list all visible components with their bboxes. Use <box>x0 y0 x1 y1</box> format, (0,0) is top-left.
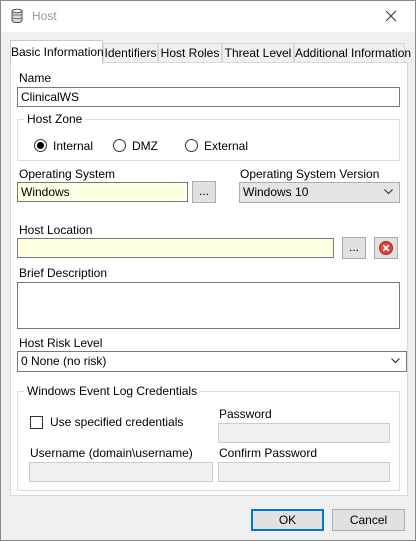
cancel-button[interactable]: Cancel <box>332 509 405 531</box>
operating-system-browse-button[interactable]: ... <box>192 181 216 203</box>
name-field[interactable]: ClinicalWS <box>17 87 400 107</box>
os-version-label: Operating System Version <box>240 167 380 181</box>
close-button[interactable] <box>369 1 415 32</box>
host-zone-label: Host Zone <box>24 112 86 126</box>
tab-additional-information[interactable]: Additional Information <box>294 43 411 63</box>
close-icon <box>385 10 397 22</box>
title-bar: Host <box>1 1 415 32</box>
clear-icon <box>379 241 393 255</box>
os-version-select[interactable]: Windows 10 <box>239 182 400 203</box>
brief-description-label: Brief Description <box>19 266 108 280</box>
host-location-browse-button[interactable]: ... <box>342 237 366 259</box>
operating-system-label: Operating System <box>19 167 116 181</box>
clear-location-button[interactable] <box>374 237 398 259</box>
zone-dmz-radio[interactable] <box>113 139 126 152</box>
operating-system-field[interactable]: Windows <box>17 182 188 202</box>
chevron-down-icon <box>384 189 393 195</box>
host-risk-level-value: 0 None (no risk) <box>21 354 107 368</box>
host-dialog: Host Basic Information Identifiers Host … <box>0 0 416 541</box>
host-location-label: Host Location <box>19 223 93 237</box>
use-specified-credentials-checkbox[interactable] <box>30 416 43 429</box>
brief-description-field[interactable] <box>17 282 400 329</box>
tab-basic-information[interactable]: Basic Information <box>10 40 104 64</box>
window-title: Host <box>32 9 57 23</box>
confirm-password-field[interactable] <box>218 462 390 482</box>
password-label: Password <box>219 407 272 421</box>
password-field[interactable] <box>218 423 390 443</box>
chevron-down-icon <box>391 358 400 364</box>
username-field[interactable] <box>29 462 213 482</box>
zone-external-radio[interactable] <box>185 139 198 152</box>
zone-internal-radio[interactable] <box>34 139 47 152</box>
tab-identifiers[interactable]: Identifiers <box>103 43 158 63</box>
host-risk-level-label: Host Risk Level <box>19 336 103 350</box>
host-zone-group: Host Zone Internal DMZ External <box>17 112 400 161</box>
username-label: Username (domain\username) <box>30 446 193 460</box>
zone-dmz-label[interactable]: DMZ <box>132 139 158 153</box>
tab-threat-level[interactable]: Threat Level <box>222 43 294 63</box>
zone-internal-label[interactable]: Internal <box>53 139 93 153</box>
confirm-password-label: Confirm Password <box>219 446 318 460</box>
event-log-credentials-label: Windows Event Log Credentials <box>24 384 201 398</box>
ok-button[interactable]: OK <box>251 509 324 531</box>
name-label: Name <box>19 71 52 85</box>
tab-host-roles[interactable]: Host Roles <box>158 43 222 63</box>
host-location-field[interactable] <box>17 238 334 258</box>
os-version-value: Windows 10 <box>243 185 309 199</box>
use-specified-credentials-label[interactable]: Use specified credentials <box>50 415 183 429</box>
host-risk-level-select[interactable]: 0 None (no risk) <box>17 351 407 372</box>
basic-information-panel: Name ClinicalWS Host Zone Internal DMZ E… <box>10 62 408 496</box>
database-icon <box>10 8 24 24</box>
event-log-credentials-group: Windows Event Log Credentials Use specif… <box>17 384 400 491</box>
zone-external-label[interactable]: External <box>204 139 248 153</box>
